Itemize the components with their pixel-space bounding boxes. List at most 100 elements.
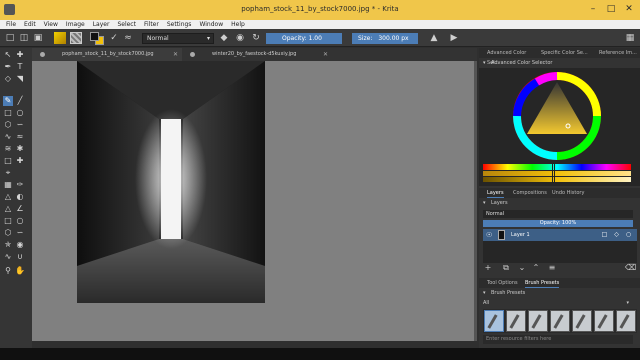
brush-preset[interactable]: [550, 310, 570, 332]
menu-image[interactable]: Image: [62, 20, 89, 29]
measure-tool-icon[interactable]: ∠: [15, 204, 25, 214]
menu-file[interactable]: File: [0, 20, 20, 29]
collapse-icon[interactable]: ▾: [483, 199, 486, 207]
assistant-tool-icon[interactable]: △: [3, 204, 13, 214]
bezier-select-icon[interactable]: ∿: [3, 252, 13, 262]
move-layer-icon[interactable]: ✚: [15, 156, 25, 166]
menu-filter[interactable]: Filter: [140, 20, 163, 29]
tab-reference-images[interactable]: Reference Im...: [591, 48, 640, 58]
mirror-vertical-icon[interactable]: ▶: [448, 32, 460, 44]
freehand-brush-icon[interactable]: ✎: [3, 96, 13, 106]
polygon-select-icon[interactable]: ⬡: [3, 228, 13, 238]
fill-tool-icon[interactable]: △: [3, 192, 13, 202]
alpha-lock-icon[interactable]: ◇: [613, 231, 620, 239]
advanced-color-selector[interactable]: [479, 68, 640, 186]
brush-preset[interactable]: [572, 310, 592, 332]
rectangle-tool-icon[interactable]: □: [3, 108, 13, 118]
reload-preset-icon[interactable]: ↻: [250, 32, 262, 44]
tab-brush-presets[interactable]: Brush Presets: [525, 278, 560, 288]
saturation-slider[interactable]: [483, 171, 631, 176]
ellipse-select-icon[interactable]: ○: [15, 216, 25, 226]
duplicate-layer-icon[interactable]: ⧉: [501, 263, 511, 273]
open-document-icon[interactable]: ◫: [18, 32, 30, 44]
inherit-alpha-icon[interactable]: ○: [625, 231, 632, 239]
tab-winter20[interactable]: winter20_by_faestock-d5kuxiy.jpg ✕: [182, 48, 332, 61]
menu-help[interactable]: Help: [227, 20, 249, 29]
tab-undo-history[interactable]: Undo History: [552, 188, 584, 198]
magnetic-select-icon[interactable]: ∪: [15, 252, 25, 262]
opacity-slider[interactable]: Opacity: 1.00: [266, 33, 342, 44]
freehand-path-icon[interactable]: ≈: [15, 132, 25, 142]
delete-layer-icon[interactable]: ⌫: [625, 263, 636, 273]
move-down-icon[interactable]: ⌄: [517, 263, 527, 273]
gradient-selector[interactable]: [54, 32, 66, 44]
bezier-tool-icon[interactable]: ∿: [3, 132, 13, 142]
gradient-tool-icon[interactable]: ▦: [3, 180, 13, 190]
add-layer-icon[interactable]: +: [483, 263, 493, 273]
brush-preset-icon[interactable]: ✓: [108, 32, 120, 44]
canvas-scrollbar[interactable]: [474, 61, 477, 341]
polyline-tool-icon[interactable]: ∽: [15, 120, 25, 130]
tab-compositions[interactable]: Compositions: [513, 188, 547, 198]
menu-settings[interactable]: Settings: [163, 20, 196, 29]
preset-tag-filter[interactable]: All ▾: [483, 299, 633, 307]
tab-tool-options[interactable]: Tool Options: [487, 278, 518, 288]
smart-patch-icon[interactable]: ◐: [15, 192, 25, 202]
move-up-icon[interactable]: ⌃: [531, 263, 541, 273]
lock-icon[interactable]: □: [601, 231, 608, 239]
multibrush-icon[interactable]: ✱: [15, 144, 25, 154]
menu-select[interactable]: Select: [113, 20, 140, 29]
brush-preset[interactable]: [528, 310, 548, 332]
transform-icon[interactable]: □: [3, 156, 13, 166]
save-document-icon[interactable]: ▣: [32, 32, 44, 44]
layer-blend-mode-select[interactable]: Normal: [483, 210, 633, 218]
similar-select-icon[interactable]: ◉: [15, 240, 25, 250]
new-document-icon[interactable]: □: [4, 32, 16, 44]
size-slider[interactable]: Size: 300.00 px: [352, 33, 418, 44]
gradient-edit-icon[interactable]: ◥: [15, 74, 25, 84]
brush-preset[interactable]: [484, 310, 504, 332]
tab-specific-color-selector[interactable]: Specific Color Se...: [533, 48, 589, 58]
tab-popham-stock[interactable]: popham_stock_11_by_stock7000.jpg ✕: [32, 48, 182, 61]
tab-close-icon[interactable]: ✕: [323, 48, 328, 61]
color-picker-icon[interactable]: ✑: [15, 180, 25, 190]
tab-layers[interactable]: Layers: [487, 188, 504, 198]
pattern-selector[interactable]: [70, 32, 82, 44]
minimize-icon[interactable]: –: [586, 3, 600, 16]
brush-preset[interactable]: [594, 310, 614, 332]
maximize-icon[interactable]: □: [604, 3, 618, 16]
polygon-tool-icon[interactable]: ⬡: [3, 120, 13, 130]
contiguous-select-icon[interactable]: ✯: [3, 240, 13, 250]
layer-properties-icon[interactable]: ≡: [547, 263, 557, 273]
workspace-icon[interactable]: ▦: [624, 32, 636, 44]
rect-select-icon[interactable]: □: [3, 216, 13, 226]
ellipse-tool-icon[interactable]: ○: [15, 108, 25, 118]
collapse-icon[interactable]: ▾: [483, 59, 486, 67]
brush-preset[interactable]: [616, 310, 636, 332]
close-icon[interactable]: ✕: [622, 3, 636, 16]
tab-close-icon[interactable]: ✕: [173, 48, 178, 61]
foreground-color-swatch[interactable]: [90, 32, 99, 41]
freehand-select-icon[interactable]: ∽: [15, 228, 25, 238]
zoom-icon[interactable]: ⚲: [3, 266, 13, 276]
brush-settings-icon[interactable]: ≈: [122, 32, 134, 44]
hue-slider[interactable]: [483, 164, 631, 170]
line-tool-icon[interactable]: ╱: [15, 96, 25, 106]
pan-icon[interactable]: ✋: [15, 266, 25, 276]
dynamic-brush-icon[interactable]: ≋: [3, 144, 13, 154]
layer-opacity-slider[interactable]: Opacity: 100%: [483, 220, 633, 227]
menu-view[interactable]: View: [40, 20, 62, 29]
crop-icon[interactable]: ⌖: [3, 168, 13, 178]
tab-advanced-color-selector[interactable]: Advanced Color Sel...: [479, 48, 533, 66]
canvas-area[interactable]: [32, 61, 477, 341]
eraser-mode-icon[interactable]: ◆: [218, 32, 230, 44]
edit-shapes-icon[interactable]: ◇: [3, 74, 13, 84]
preserve-alpha-icon[interactable]: ◉: [234, 32, 246, 44]
menu-edit[interactable]: Edit: [20, 20, 40, 29]
layer-row[interactable]: ☉ Layer 1 □ ◇ ○: [483, 229, 637, 241]
preset-search-input[interactable]: Enter resource filters here: [483, 335, 633, 344]
color-wheel[interactable]: [479, 68, 640, 164]
mirror-horizontal-icon[interactable]: ▲: [428, 32, 440, 44]
brush-preset[interactable]: [506, 310, 526, 332]
collapse-icon[interactable]: ▾: [483, 289, 486, 297]
